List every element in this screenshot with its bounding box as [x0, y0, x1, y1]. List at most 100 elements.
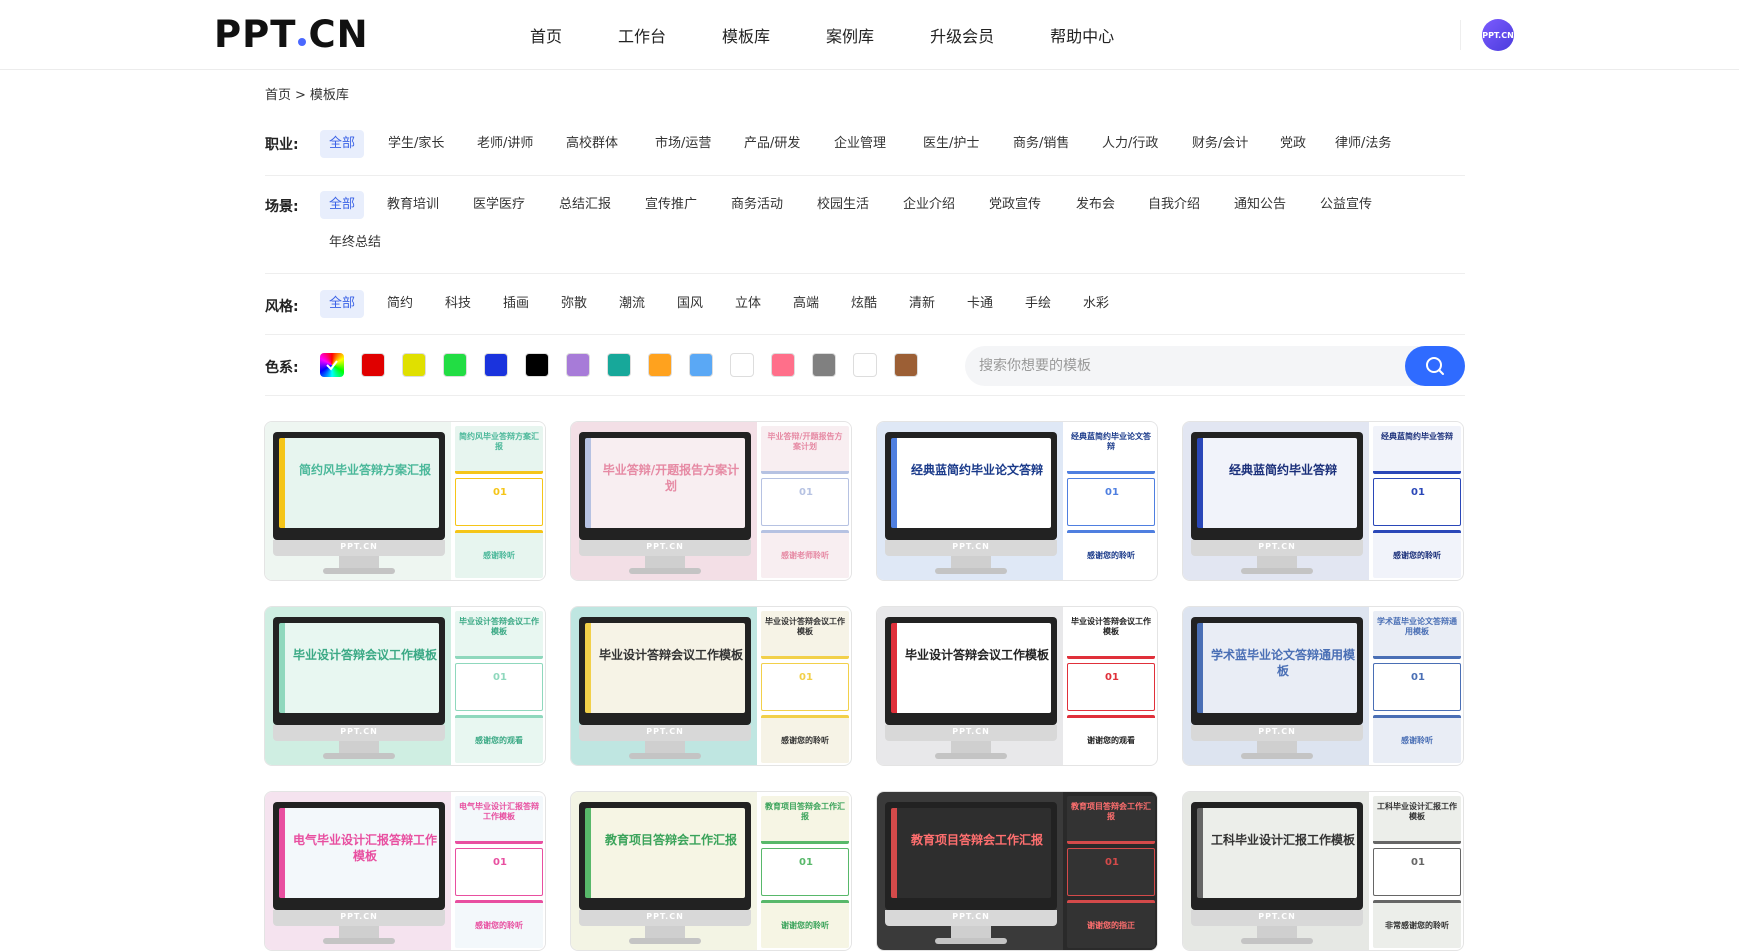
monitor-chin: PPT.CN [273, 910, 445, 926]
color-swatch[interactable] [484, 353, 508, 377]
occupation-option[interactable]: 老师/讲师 [468, 130, 542, 158]
side-slide: 01 [1373, 848, 1461, 896]
nav-workbench[interactable]: 工作台 [618, 23, 666, 47]
color-swatch[interactable] [525, 353, 549, 377]
monitor-brand: PPT.CN [340, 912, 378, 921]
side-slide-title: 毕业设计答辩会议工作模板 [459, 617, 539, 636]
style-option[interactable]: 全部 [320, 290, 365, 318]
color-swatch-all[interactable] [320, 353, 344, 377]
scene-option[interactable]: 通知公告 [1225, 191, 1295, 219]
user-avatar[interactable]: PPT.CN [1482, 19, 1514, 51]
occupation-option[interactable]: 党政 [1271, 130, 1315, 158]
color-swatch[interactable] [894, 353, 918, 377]
occupation-option[interactable]: 人力/行政 [1093, 130, 1167, 158]
side-slide-end: 谢谢您的观看 [1087, 736, 1135, 745]
color-swatch[interactable] [853, 353, 877, 377]
occupation-option[interactable]: 医生/护士 [914, 130, 988, 158]
template-card[interactable]: 简约风毕业答辩方案汇报 PPT.CN 简约风毕业答辩方案汇报 01 感谢聆听 [264, 421, 546, 581]
style-option[interactable]: 卡通 [958, 290, 1002, 318]
side-slide: 感谢您的观看 [455, 715, 543, 763]
template-card[interactable]: 学术蓝毕业论文答辩通用模板 PPT.CN 学术蓝毕业论文答辩通用模板 01 感谢… [1182, 606, 1464, 766]
scene-option[interactable]: 教育培训 [378, 191, 448, 219]
occupation-option[interactable]: 律师/法务 [1326, 130, 1400, 158]
occupation-option[interactable]: 商务/销售 [1004, 130, 1078, 158]
color-swatch[interactable] [730, 353, 754, 377]
scene-option[interactable]: 党政宣传 [980, 191, 1050, 219]
color-swatch[interactable] [689, 353, 713, 377]
color-swatch[interactable] [607, 353, 631, 377]
color-swatch[interactable] [402, 353, 426, 377]
template-card[interactable]: 经典蓝简约毕业答辩 PPT.CN 经典蓝简约毕业答辩 01 感谢您的聆听 [1182, 421, 1464, 581]
style-option[interactable]: 炫酷 [842, 290, 886, 318]
color-swatch[interactable] [771, 353, 795, 377]
nav-upgrade-vip[interactable]: 升级会员 [930, 23, 994, 47]
template-card[interactable]: 毕业设计答辩会议工作模板 PPT.CN 毕业设计答辩会议工作模板 01 谢谢您的… [876, 606, 1158, 766]
style-option[interactable]: 国风 [668, 290, 712, 318]
breadcrumb-home[interactable]: 首页 [265, 88, 291, 103]
style-option[interactable]: 高端 [784, 290, 828, 318]
ppt-cn-logo[interactable]: PPT CN [214, 13, 369, 56]
style-option[interactable]: 弥散 [552, 290, 596, 318]
scene-option[interactable]: 企业介绍 [894, 191, 964, 219]
template-card[interactable]: 毕业设计答辩会议工作模板 PPT.CN 毕业设计答辩会议工作模板 01 感谢您的… [570, 606, 852, 766]
monitor-base [323, 753, 395, 759]
search-button[interactable] [1405, 346, 1465, 386]
template-card[interactable]: 经典蓝简约毕业论文答辩 PPT.CN 经典蓝简约毕业论文答辩 01 感谢您的聆听 [876, 421, 1158, 581]
scene-option[interactable]: 医学医疗 [464, 191, 534, 219]
occupation-option[interactable]: 财务/会计 [1183, 130, 1257, 158]
template-card[interactable]: 毕业设计答辩会议工作模板 PPT.CN 毕业设计答辩会议工作模板 01 感谢您的… [264, 606, 546, 766]
nav-case-library[interactable]: 案例库 [826, 23, 874, 47]
template-card[interactable]: 电气毕业设计汇报答辩工作模板 PPT.CN 电气毕业设计汇报答辩工作模板 01 … [264, 791, 546, 951]
filter-label-style: 风格: [265, 299, 299, 315]
occupation-option[interactable]: 高校群体 [557, 130, 627, 158]
side-slide: 电气毕业设计汇报答辩工作模板 [455, 796, 543, 844]
preview-screen: 学术蓝毕业论文答辩通用模板 [1197, 623, 1357, 713]
scene-option[interactable]: 商务活动 [722, 191, 792, 219]
scene-option[interactable]: 总结汇报 [550, 191, 620, 219]
style-option[interactable]: 手绘 [1016, 290, 1060, 318]
color-swatch[interactable] [812, 353, 836, 377]
occupation-option[interactable]: 市场/运营 [646, 130, 720, 158]
monitor-brand: PPT.CN [1258, 727, 1296, 736]
preview-screen: 经典蓝简约毕业答辩 [1197, 438, 1357, 528]
style-option[interactable]: 插画 [494, 290, 538, 318]
scene-option[interactable]: 宣传推广 [636, 191, 706, 219]
occupation-option[interactable]: 学生/家长 [379, 130, 453, 158]
color-swatch[interactable] [361, 353, 385, 377]
occupation-option[interactable]: 企业管理 [825, 130, 895, 158]
template-card[interactable]: 教育项目答辩会工作汇报 PPT.CN 教育项目答辩会工作汇报 01 谢谢您的指正 [876, 791, 1158, 951]
monitor-base [629, 753, 701, 759]
scene-option[interactable]: 公益宣传 [1311, 191, 1381, 219]
style-option[interactable]: 清新 [900, 290, 944, 318]
color-swatch[interactable] [648, 353, 672, 377]
side-slide: 01 [455, 848, 543, 896]
search-input[interactable] [979, 346, 1379, 386]
scene-option[interactable]: 全部 [320, 191, 365, 219]
style-option[interactable]: 立体 [726, 290, 770, 318]
nav-help-center[interactable]: 帮助中心 [1050, 23, 1114, 47]
template-card[interactable]: 教育项目答辩会工作汇报 PPT.CN 教育项目答辩会工作汇报 01 谢谢您的聆听 [570, 791, 852, 951]
preview-title: 毕业设计答辩会议工作模板 [599, 648, 744, 662]
occupation-option[interactable]: 产品/研发 [735, 130, 809, 158]
template-card[interactable]: 毕业答辩/开题报告方案计划 PPT.CN 毕业答辩/开题报告方案计划 01 感谢… [570, 421, 852, 581]
side-slide-end: 感谢您的聆听 [781, 736, 829, 745]
nav-home[interactable]: 首页 [530, 23, 562, 47]
side-slide: 感谢聆听 [1373, 715, 1461, 763]
style-option[interactable]: 潮流 [610, 290, 654, 318]
scene-option[interactable]: 年终总结 [320, 229, 390, 257]
style-option[interactable]: 科技 [436, 290, 480, 318]
occupation-option[interactable]: 全部 [320, 130, 365, 158]
color-swatch[interactable] [443, 353, 467, 377]
nav-template-library[interactable]: 模板库 [722, 23, 770, 47]
scene-option[interactable]: 自我介绍 [1139, 191, 1209, 219]
template-card[interactable]: 工科毕业设计汇报工作模板 PPT.CN 工科毕业设计汇报工作模板 01 非常感谢… [1182, 791, 1464, 951]
side-slide: 01 [1067, 848, 1155, 896]
preview-title: 经典蓝简约毕业答辩 [1228, 463, 1337, 477]
preview-title: 经典蓝简约毕业论文答辩 [910, 463, 1043, 477]
scene-option[interactable]: 校园生活 [808, 191, 878, 219]
color-swatch[interactable] [566, 353, 590, 377]
preview-screen: 电气毕业设计汇报答辩工作模板 [279, 808, 439, 898]
scene-option[interactable]: 发布会 [1067, 191, 1124, 219]
style-option[interactable]: 简约 [378, 290, 422, 318]
style-option[interactable]: 水彩 [1074, 290, 1118, 318]
